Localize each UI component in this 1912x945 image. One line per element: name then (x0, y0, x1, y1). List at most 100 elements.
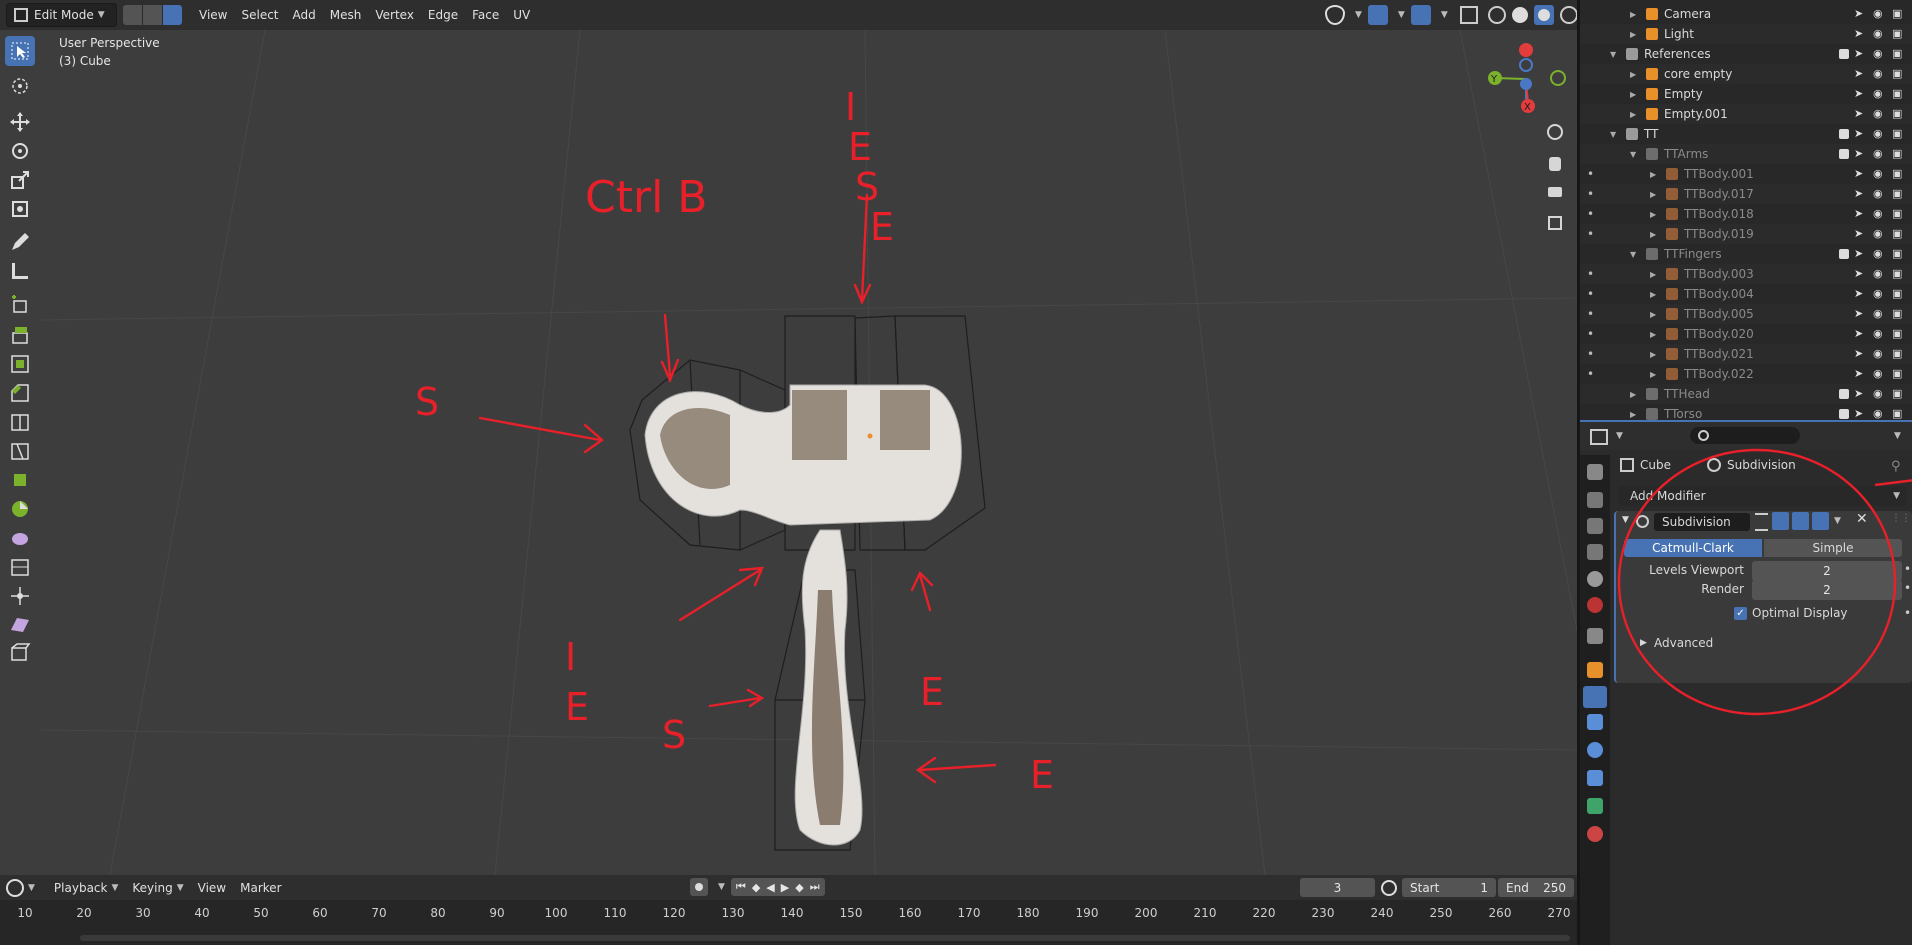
eye-icon[interactable]: ◉ (1873, 187, 1887, 201)
timeline-scrollbar[interactable] (80, 935, 1570, 941)
rotate-tool[interactable] (5, 136, 35, 166)
menu-keying[interactable]: Keying ▼ (125, 877, 190, 899)
annotate-tool[interactable] (5, 227, 35, 257)
camera-render-icon[interactable]: ▣ (1892, 67, 1906, 81)
menu-vertex[interactable]: Vertex (368, 4, 421, 26)
camera-render-icon[interactable]: ▣ (1892, 147, 1906, 161)
rip-region-tool[interactable] (5, 638, 35, 668)
prev-keyframe-icon[interactable]: ◆ (752, 881, 760, 894)
camera-render-icon[interactable]: ▣ (1892, 267, 1906, 281)
outliner-row[interactable]: ▶ core empty ➤ ◉ ▣ (1580, 64, 1912, 84)
disclosure-arrow-icon[interactable]: ▶ (1650, 210, 1656, 219)
eye-icon[interactable]: ◉ (1873, 347, 1887, 361)
camera-render-icon[interactable]: ▣ (1892, 187, 1906, 201)
camera-render-icon[interactable]: ▣ (1892, 287, 1906, 301)
eye-icon[interactable]: ◉ (1873, 167, 1887, 181)
select-arrow-icon[interactable]: ➤ (1854, 127, 1868, 141)
exclude-checkbox[interactable] (1839, 149, 1849, 159)
disclosure-arrow-icon[interactable]: ▶ (1630, 10, 1636, 19)
disclosure-arrow-icon[interactable]: ▶ (1630, 390, 1636, 399)
outliner-row[interactable]: ▶ Empty.001 ➤ ◉ ▣ (1580, 104, 1912, 124)
eye-icon[interactable]: ◉ (1873, 27, 1887, 41)
inset-tool[interactable] (5, 349, 35, 379)
add-cube-tool[interactable] (5, 289, 35, 319)
end-frame-field[interactable]: End 250 (1498, 878, 1574, 897)
physics-tab-icon[interactable] (1587, 742, 1603, 758)
eye-icon[interactable]: ◉ (1873, 67, 1887, 81)
eye-icon[interactable]: ◉ (1873, 147, 1887, 161)
smooth-tool[interactable] (5, 523, 35, 553)
edit-mode-dot-icon[interactable]: • (1587, 167, 1594, 181)
outliner[interactable]: ▶ Camera ➤ ◉ ▣ ▶ Light ➤ ◉ ▣ ▼ References ➤ ◉ ▣ ▶ core e… (1580, 0, 1912, 420)
select-arrow-icon[interactable]: ➤ (1854, 367, 1868, 381)
outliner-row[interactable]: ▼ TT ➤ ◉ ▣ (1580, 124, 1912, 144)
select-arrow-icon[interactable]: ➤ (1854, 207, 1868, 221)
camera-render-icon[interactable]: ▣ (1892, 367, 1906, 381)
shear-tool[interactable] (5, 610, 35, 640)
vertex-select-button[interactable] (123, 5, 143, 25)
select-arrow-icon[interactable]: ➤ (1854, 187, 1868, 201)
timeline-editor-icon[interactable] (6, 878, 24, 897)
solid-shading-icon[interactable] (1511, 7, 1528, 23)
select-arrow-icon[interactable]: ➤ (1854, 247, 1868, 261)
disclosure-arrow-icon[interactable]: ▶ (1650, 290, 1656, 299)
disclosure-arrow-icon[interactable]: ▶ (1650, 230, 1656, 239)
exclude-checkbox[interactable] (1839, 49, 1849, 59)
camera-render-icon[interactable]: ▣ (1892, 407, 1906, 420)
outliner-row[interactable]: ▶ TTBody.017 • ➤ ◉ ▣ (1580, 184, 1912, 204)
outliner-row[interactable]: ▶ Empty ➤ ◉ ▣ (1580, 84, 1912, 104)
cursor-tool[interactable] (5, 71, 35, 101)
zoom-icon[interactable] (1547, 124, 1563, 140)
camera-render-icon[interactable]: ▣ (1892, 207, 1906, 221)
material-tab-icon[interactable] (1587, 826, 1603, 842)
select-arrow-icon[interactable]: ➤ (1854, 27, 1868, 41)
camera-render-icon[interactable]: ▣ (1892, 107, 1906, 121)
select-arrow-icon[interactable]: ➤ (1854, 347, 1868, 361)
menu-playback[interactable]: Playback ▼ (47, 877, 125, 899)
eye-icon[interactable]: ◉ (1873, 367, 1887, 381)
camera-render-icon[interactable]: ▣ (1892, 87, 1906, 101)
disclosure-arrow-icon[interactable]: ▶ (1650, 370, 1656, 379)
face-select-button[interactable] (163, 5, 182, 25)
chevron-down-icon[interactable]: ▼ (1398, 10, 1405, 20)
camera-render-icon[interactable]: ▣ (1892, 7, 1906, 21)
gizmo-neg-z[interactable] (1519, 58, 1533, 72)
record-icon[interactable] (690, 878, 708, 896)
eye-icon[interactable]: ◉ (1873, 107, 1887, 121)
stopwatch-icon[interactable] (1381, 880, 1397, 896)
outliner-row[interactable]: ▼ References ➤ ◉ ▣ (1580, 44, 1912, 64)
extrude-tool[interactable] (5, 320, 35, 350)
menu-marker[interactable]: Marker (233, 877, 288, 899)
mode-dropdown[interactable]: Edit Mode ▼ (6, 3, 117, 27)
disclosure-arrow-icon[interactable]: ▶ (1650, 310, 1656, 319)
play-icon[interactable]: ▶ (781, 881, 789, 894)
disclosure-arrow-icon[interactable]: ▶ (1650, 270, 1656, 279)
camera-render-icon[interactable]: ▣ (1892, 347, 1906, 361)
outliner-row[interactable]: ▶ TTBody.001 • ➤ ◉ ▣ (1580, 164, 1912, 184)
camera-render-icon[interactable]: ▣ (1892, 47, 1906, 61)
edit-mode-dot-icon[interactable]: • (1587, 307, 1594, 321)
eye-icon[interactable]: ◉ (1873, 207, 1887, 221)
eye-icon[interactable]: ◉ (1873, 127, 1887, 141)
camera-render-icon[interactable]: ▣ (1892, 127, 1906, 141)
disclosure-arrow-icon[interactable]: ▶ (1630, 90, 1636, 99)
disclosure-arrow-icon[interactable]: ▶ (1630, 30, 1636, 39)
select-arrow-icon[interactable]: ➤ (1854, 327, 1868, 341)
disclosure-arrow-icon[interactable]: ▶ (1650, 170, 1656, 179)
chevron-down-icon[interactable]: ▼ (28, 883, 35, 893)
outliner-row[interactable]: ▼ TTArms ➤ ◉ ▣ (1580, 144, 1912, 164)
edit-mode-dot-icon[interactable]: • (1587, 227, 1594, 241)
select-arrow-icon[interactable]: ➤ (1854, 7, 1868, 21)
edit-mode-dot-icon[interactable]: • (1587, 347, 1594, 361)
chevron-down-icon[interactable]: ▼ (718, 882, 725, 892)
jump-end-icon[interactable]: ⏭ (810, 880, 820, 894)
scale-tool[interactable] (5, 165, 35, 195)
menu-view[interactable]: View (192, 4, 234, 26)
edit-mode-dot-icon[interactable]: • (1587, 207, 1594, 221)
disclosure-arrow-icon[interactable]: ▼ (1630, 250, 1636, 259)
visibility-icon[interactable] (1325, 5, 1345, 25)
outliner-row[interactable]: ▶ TTorso ➤ ◉ ▣ (1580, 404, 1912, 420)
disclosure-arrow-icon[interactable]: ▶ (1650, 350, 1656, 359)
disclosure-arrow-icon[interactable]: ▶ (1630, 110, 1636, 119)
menu-add[interactable]: Add (286, 4, 323, 26)
